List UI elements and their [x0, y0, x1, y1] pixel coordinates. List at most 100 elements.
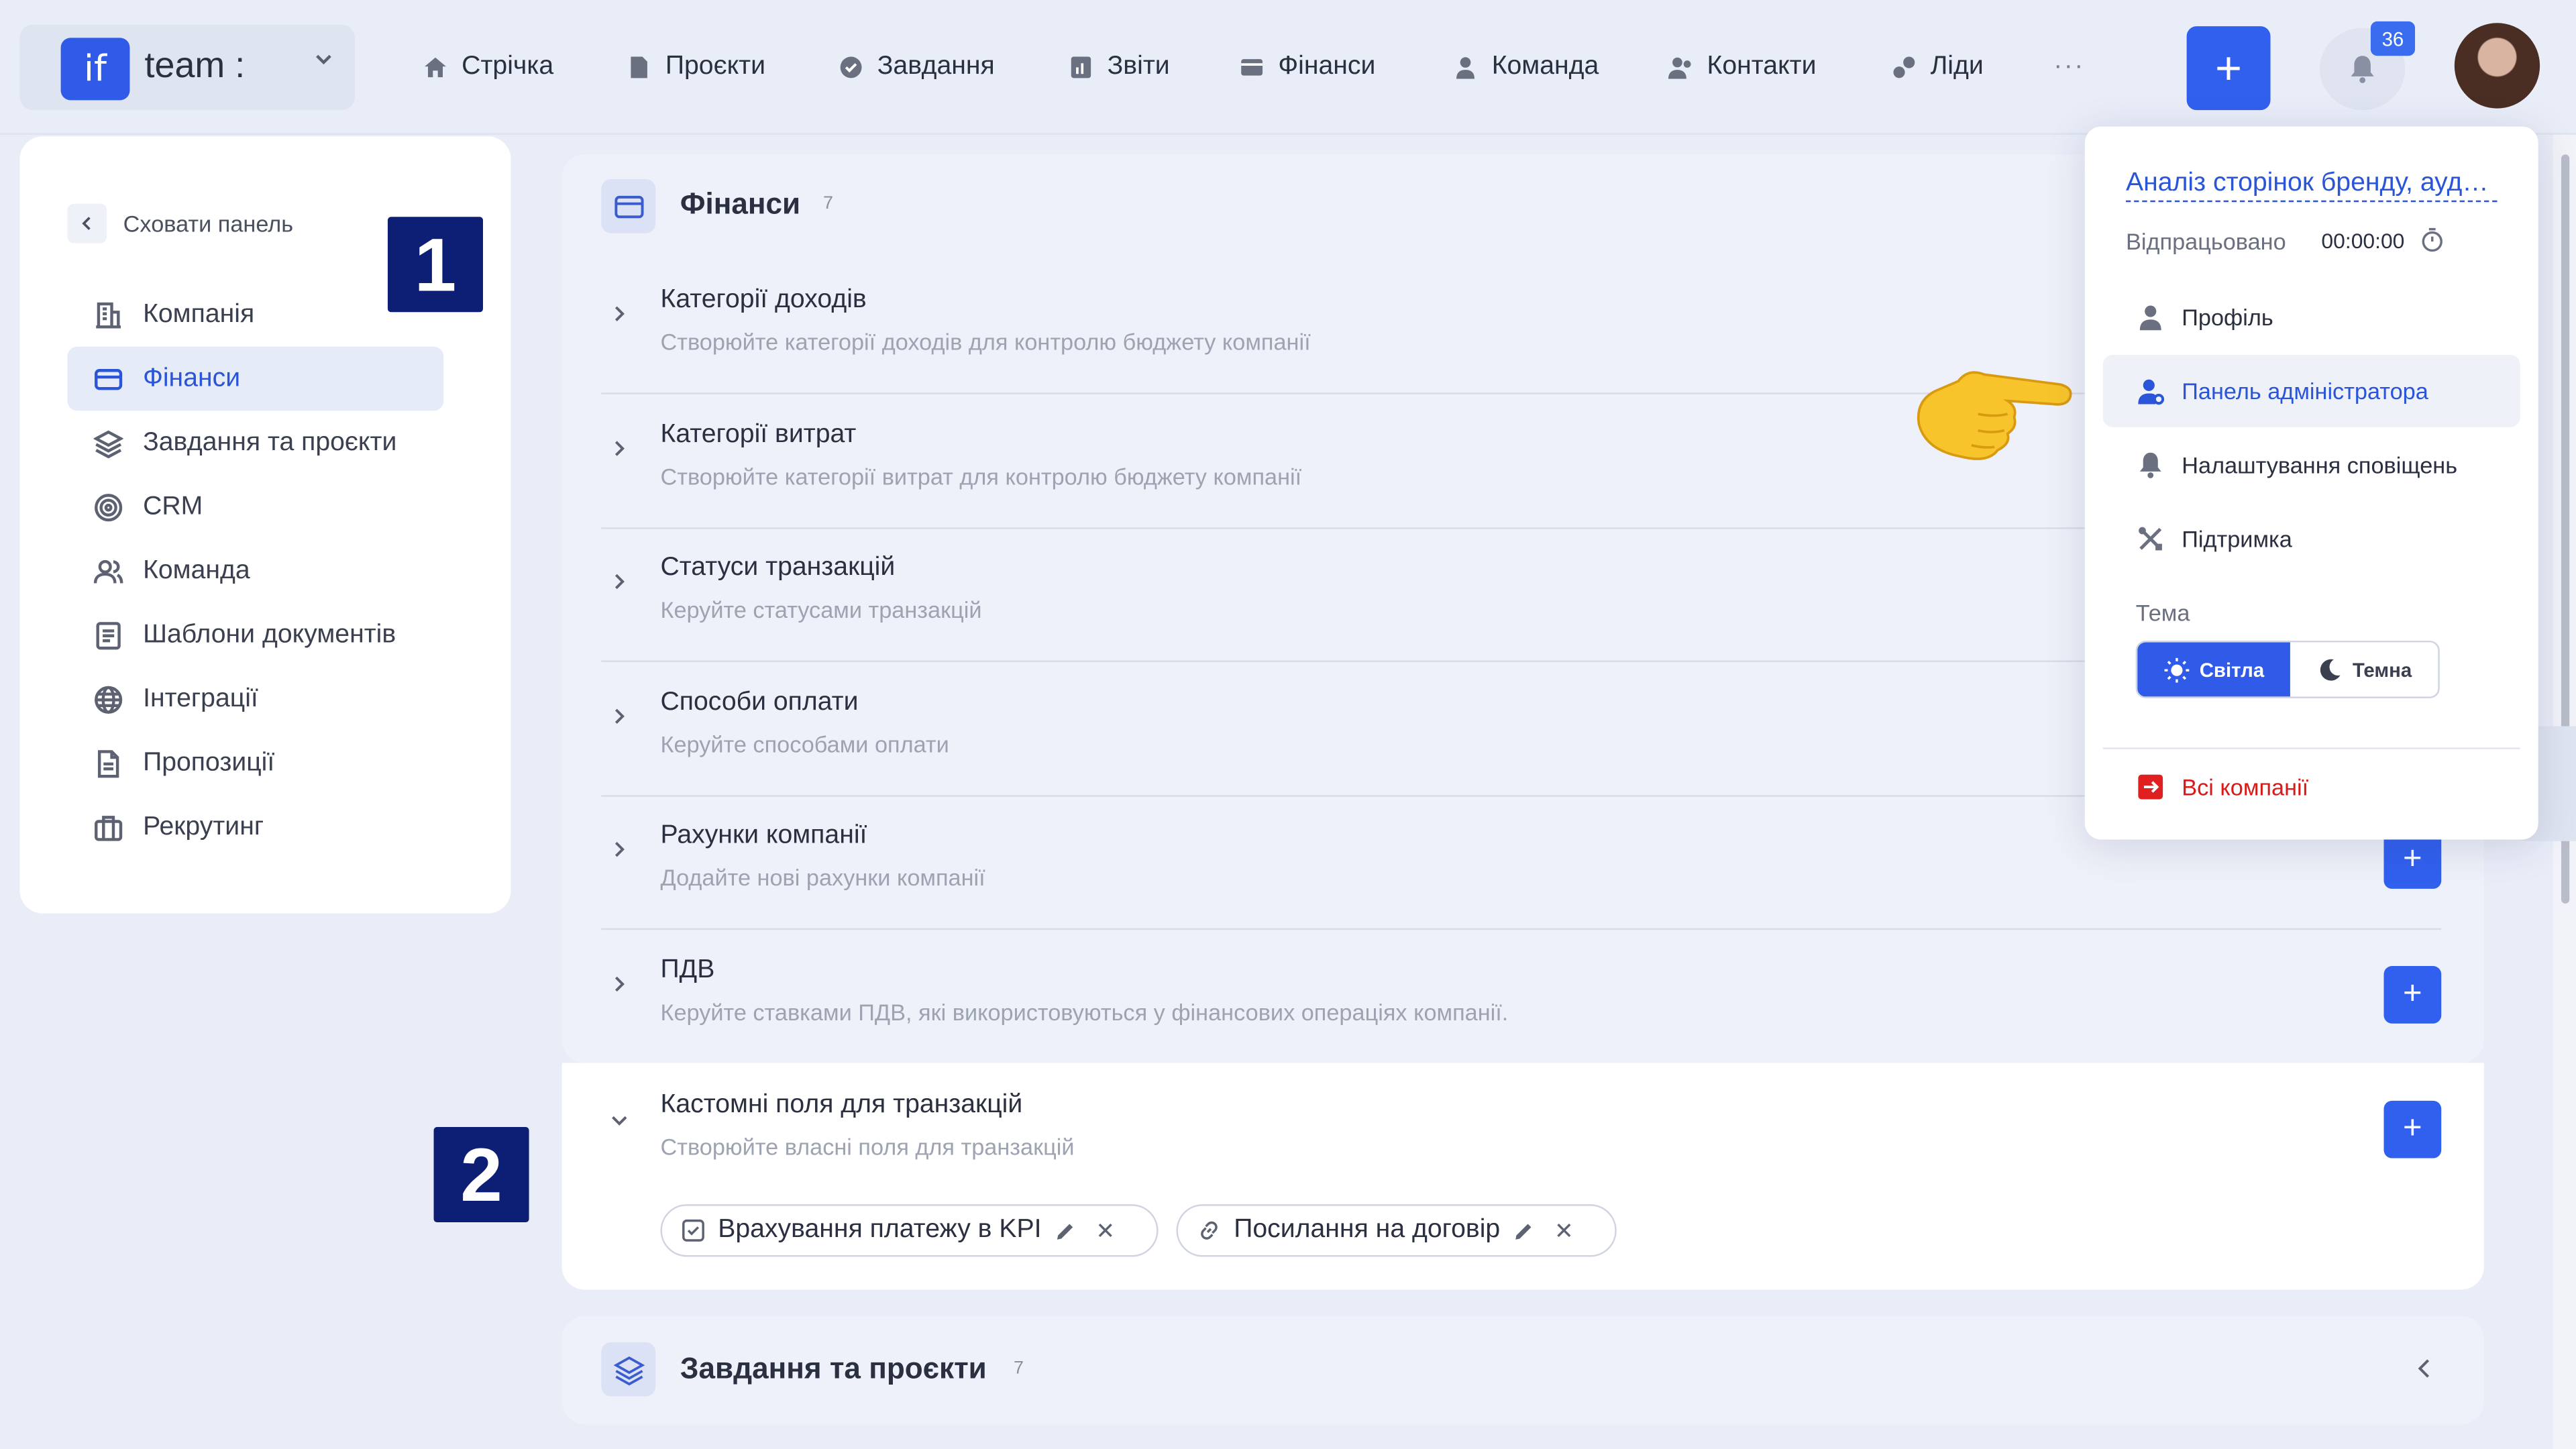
sidebar-item-label: Фінанси — [143, 364, 241, 392]
chevron-right-icon — [608, 973, 631, 999]
pointing-hand-icon — [1913, 352, 2077, 466]
theme-dark-label: Темна — [2352, 657, 2412, 682]
chevron-down-icon — [312, 48, 335, 76]
menu-item-profile[interactable]: Профіль — [2103, 281, 2520, 354]
link-icon — [1197, 1219, 1220, 1242]
nav-item-feed[interactable]: Стрічка — [422, 49, 553, 85]
row-title: Статуси транзакцій — [660, 553, 896, 582]
nav-item-reports[interactable]: Звіти — [1068, 49, 1170, 85]
nav-item-contacts[interactable]: Контакти — [1668, 49, 1816, 85]
row-description: Додайте нові рахунки компанії — [660, 864, 985, 891]
menu-item-all-companies[interactable]: Всі компанії — [2103, 751, 2520, 823]
custom-field-chip-kpi[interactable]: Врахування платежу в KPI ✕ — [660, 1204, 1159, 1257]
add-vat-button[interactable]: + — [2383, 966, 2442, 1024]
section-title: Завдання та проєкти — [680, 1352, 987, 1385]
menu-item-support[interactable]: Підтримка — [2103, 502, 2520, 575]
leads-icon — [1891, 54, 1917, 80]
sidebar-item-finance[interactable]: Фінанси — [67, 346, 444, 411]
row-title: Рахунки компанії — [660, 821, 867, 850]
menu-item-label: Профіль — [2182, 304, 2273, 331]
row-title: Категорії витрат — [660, 420, 857, 449]
brand-name: team : — [144, 44, 246, 86]
theme-light-option[interactable]: Світла — [2137, 642, 2290, 697]
more-menu-button[interactable]: ··· — [2053, 49, 2084, 85]
section-title: Фінанси — [680, 187, 801, 221]
briefcase-icon — [94, 812, 123, 842]
nav-label: Стрічка — [462, 52, 554, 81]
sidebar-item-document-templates[interactable]: Шаблони документів — [67, 603, 443, 667]
sidebar-item-proposals[interactable]: Пропозиції — [67, 731, 443, 796]
sidebar-item-label: Команда — [143, 555, 250, 584]
chip-label: Врахування платежу в KPI — [718, 1216, 1042, 1244]
remove-close-icon[interactable]: ✕ — [1554, 1216, 1574, 1244]
remove-close-icon[interactable]: ✕ — [1095, 1216, 1115, 1244]
sidebar-item-label: Рекрутинг — [143, 812, 264, 841]
menu-item-notification-settings[interactable]: Налаштування сповіщень — [2103, 429, 2520, 501]
menu-item-admin-panel[interactable]: Панель адміністратора — [2102, 354, 2520, 427]
company-icon — [94, 300, 123, 329]
notification-count-badge: 36 — [2370, 21, 2416, 56]
stopwatch-icon[interactable] — [2420, 227, 2445, 261]
checkbox-icon — [682, 1219, 704, 1242]
nav-item-leads[interactable]: Ліди — [1891, 49, 1984, 85]
edit-pencil-icon[interactable] — [1513, 1220, 1535, 1241]
chevron-right-icon — [608, 705, 631, 731]
sidebar-item-team[interactable]: Команда — [67, 539, 443, 603]
row-title: ПДВ — [660, 956, 715, 984]
sidebar-item-crm[interactable]: CRM — [67, 475, 443, 539]
check-circle-icon — [838, 54, 864, 80]
settings-row-custom-fields[interactable]: Кастомні поля для транзакцій Створюйте в… — [601, 1065, 2442, 1199]
sidebar-item-label: Завдання та проєкти — [143, 427, 397, 456]
sidebar-item-integrations[interactable]: Інтеграції — [67, 667, 443, 731]
contacts-icon — [1668, 54, 1694, 80]
row-title: Способи оплати — [660, 688, 859, 716]
hide-panel-label: Сховати панель — [123, 210, 294, 237]
sidebar-item-label: CRM — [143, 492, 203, 521]
document-icon — [94, 620, 123, 649]
add-account-button[interactable]: + — [2383, 831, 2442, 889]
card-icon — [601, 178, 656, 233]
exit-icon — [2136, 772, 2165, 802]
profile-icon — [2136, 303, 2165, 332]
settings-row-vat[interactable]: ПДВ Керуйте ставками ПДВ, які використов… — [601, 930, 2442, 1065]
sidebar-item-recruiting[interactable]: Рекрутинг — [67, 795, 443, 859]
nav-label: Фінанси — [1278, 52, 1376, 81]
hide-panel-button[interactable]: Сховати панель — [67, 202, 293, 245]
chevron-right-icon — [608, 303, 631, 329]
section-count: 7 — [1014, 1358, 1024, 1379]
bell-icon — [2346, 52, 2379, 85]
sidebar-item-tasks-projects[interactable]: Завдання та проєкти — [67, 411, 443, 475]
file-icon — [626, 54, 652, 80]
row-description: Створюйте власні поля для транзакцій — [660, 1133, 1075, 1160]
sidebar-item-label: Пропозиції — [143, 748, 275, 777]
target-icon — [94, 492, 123, 521]
menu-item-label: Підтримка — [2182, 525, 2292, 552]
nav-item-projects[interactable]: Проєкти — [626, 49, 765, 85]
layers-icon — [601, 1342, 656, 1397]
home-icon — [422, 54, 448, 80]
app-window: if team : Стрічка Проєкти Завдання Звіти… — [0, 0, 2576, 1449]
row-title: Категорії доходів — [660, 286, 867, 314]
nav-item-finance[interactable]: Фінанси — [1239, 49, 1376, 85]
edit-pencil-icon[interactable] — [1055, 1220, 1076, 1241]
nav-item-tasks[interactable]: Завдання — [838, 49, 995, 85]
theme-dark-option[interactable]: Темна — [2290, 643, 2438, 697]
moon-icon — [2316, 656, 2343, 682]
add-custom-field-button[interactable]: + — [2383, 1100, 2442, 1159]
create-button[interactable]: + — [2186, 26, 2271, 111]
chevron-left-icon[interactable] — [2415, 1357, 2434, 1389]
chevron-right-icon — [608, 437, 631, 463]
layers-icon — [93, 428, 123, 458]
user-avatar[interactable] — [2454, 23, 2540, 109]
worked-time-label: Відпрацьовано — [2126, 228, 2286, 255]
nav-item-team[interactable]: Команда — [1452, 49, 1599, 85]
row-title: Кастомні поля для транзакцій — [660, 1091, 1023, 1119]
custom-field-chip-contract-link[interactable]: Посилання на договір ✕ — [1176, 1204, 1617, 1257]
row-description: Керуйте статусами транзакцій — [660, 596, 982, 623]
nav-label: Ліди — [1930, 52, 1984, 81]
row-description: Створюйте категорії доходів для контролю… — [660, 328, 1311, 355]
team-icon — [93, 556, 123, 586]
company-switcher[interactable]: if team : — [19, 24, 355, 111]
current-task-link[interactable]: Аналіз сторінок бренду, аудит контенту — [2126, 169, 2498, 203]
card-icon — [94, 364, 123, 393]
